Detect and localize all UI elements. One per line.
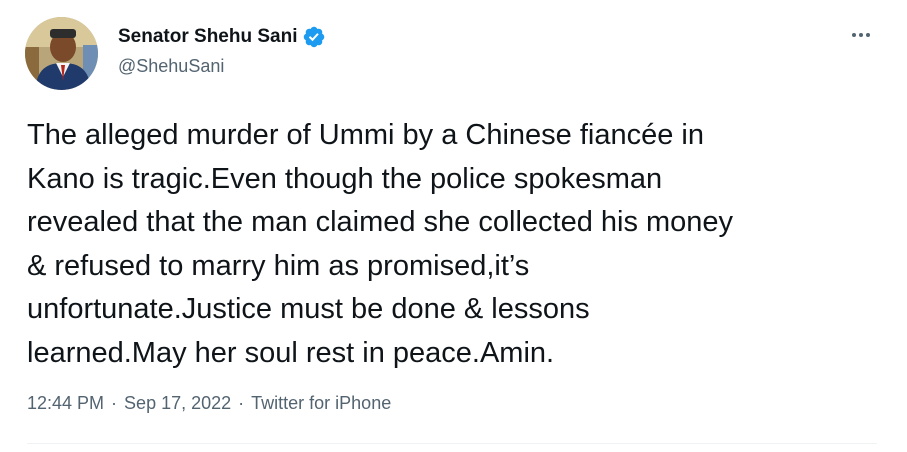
- avatar[interactable]: [25, 17, 98, 90]
- meta-separator: ·: [238, 393, 245, 413]
- divider: [27, 443, 877, 444]
- author-name-row: Senator Shehu Sani: [118, 24, 326, 50]
- tweet-meta: 12:44 PM · Sep 17, 2022 · Twitter for iP…: [27, 393, 391, 414]
- tweet-time-link[interactable]: 12:44 PM: [27, 393, 104, 414]
- tweet-source-link[interactable]: Twitter for iPhone: [251, 393, 391, 414]
- more-options-button[interactable]: [843, 20, 879, 50]
- tweet-date-link[interactable]: Sep 17, 2022: [124, 393, 231, 414]
- verified-badge-icon: [302, 25, 326, 49]
- more-horizontal-icon: [852, 33, 870, 37]
- author-handle[interactable]: @ShehuSani: [118, 56, 224, 77]
- tweet-text: The alleged murder of Ummi by a Chinese …: [27, 119, 734, 369]
- tweet-card: Senator Shehu Sani @ShehuSani The allege…: [0, 0, 907, 452]
- avatar-image: [25, 17, 98, 90]
- meta-separator: ·: [111, 393, 118, 413]
- author-name[interactable]: Senator Shehu Sani: [118, 26, 297, 48]
